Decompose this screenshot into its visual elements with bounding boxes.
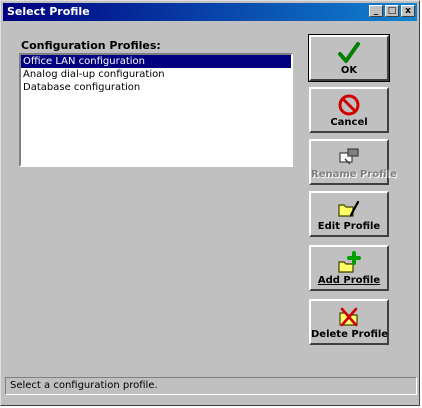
add-folder-icon — [338, 251, 361, 273]
select-profile-window: Select Profile _ □ x Configuration Profile… — [0, 0, 420, 406]
rename-profile-button[interactable]: Rename Profile — [309, 139, 397, 185]
window-title: Select Profile — [7, 5, 90, 18]
delete-profile-button-label: Delete Profile — [311, 329, 389, 340]
close-button[interactable]: x — [401, 5, 415, 17]
cancel-button[interactable]: Cancel — [309, 87, 389, 133]
title-bar[interactable]: Select Profile _ □ x — [3, 3, 417, 21]
edit-profile-button-label: Edit Profile — [317, 221, 381, 232]
minimize-button[interactable]: _ — [369, 5, 383, 17]
ok-button-label: OK — [340, 65, 358, 76]
profiles-list-label: Configuration Profiles: — [21, 39, 161, 52]
rename-folder-icon — [339, 148, 359, 165]
edit-folder-icon — [338, 200, 360, 217]
profiles-listbox[interactable]: Office LAN configuration Analog dial-up … — [19, 53, 293, 167]
delete-profile-button[interactable]: Delete Profile — [309, 299, 389, 345]
profile-item-analog-dialup[interactable]: Analog dial-up configuration — [21, 68, 291, 81]
add-profile-button[interactable]: Add Profile — [309, 245, 389, 291]
maximize-button[interactable]: □ — [385, 5, 399, 17]
add-profile-button-label: Add Profile — [317, 275, 381, 286]
checkmark-icon — [338, 42, 360, 63]
edit-profile-button[interactable]: Edit Profile — [309, 191, 389, 237]
cancel-button-label: Cancel — [330, 117, 368, 128]
ok-button[interactable]: OK — [308, 34, 390, 82]
status-bar: Select a configuration profile. — [5, 377, 417, 395]
title-buttons: _ □ x — [367, 5, 415, 24]
delete-folder-icon — [339, 307, 358, 327]
rename-profile-button-label: Rename Profile — [311, 169, 397, 180]
profile-item-database[interactable]: Database configuration — [21, 81, 291, 94]
prohibited-icon — [338, 94, 360, 116]
profile-item-office-lan[interactable]: Office LAN configuration — [21, 55, 291, 68]
